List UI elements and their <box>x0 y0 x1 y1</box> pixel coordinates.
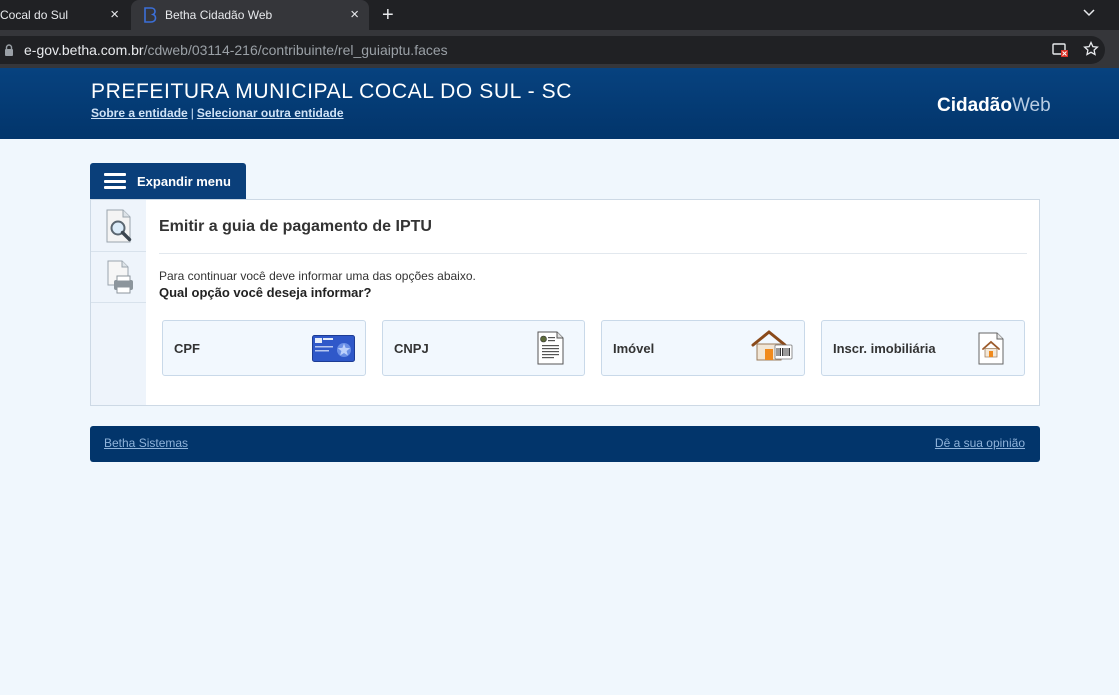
browser-tab-bar: Cocal do Sul × Betha Cidadão Web × + <box>0 0 1119 30</box>
main-panel: Emitir a guia de pagamento de IPTU Para … <box>90 199 1040 406</box>
cast-blocked-icon[interactable] <box>1052 43 1068 57</box>
select-entity-link[interactable]: Selecionar outra entidade <box>197 106 344 120</box>
feedback-link[interactable]: Dê a sua opinião <box>935 436 1025 450</box>
hamburger-icon <box>104 173 126 189</box>
side-print-button[interactable] <box>91 251 146 303</box>
window-edge <box>1114 30 1119 68</box>
site-footer: Betha Sistemas Dê a sua opinião <box>90 426 1040 462</box>
print-document-icon <box>107 260 133 293</box>
document-search-icon <box>106 209 131 242</box>
url-path: /cdweb/03114-216/contribuinte/rel_guiaip… <box>143 42 448 58</box>
url-text[interactable]: e-gov.betha.com.br/cdweb/03114-216/contr… <box>24 42 448 58</box>
lock-icon[interactable] <box>4 44 14 56</box>
header-links: Sobre a entidade | Selecionar outra entida… <box>91 106 344 120</box>
option-inscricao-button[interactable]: Inscr. imobiliária <box>821 320 1025 376</box>
bookmark-star-icon[interactable] <box>1083 41 1099 57</box>
house-document-icon <box>978 332 1004 365</box>
option-label: CPF <box>174 341 200 356</box>
new-tab-button[interactable]: + <box>382 3 394 27</box>
betha-favicon-icon <box>144 7 157 23</box>
cidadao-web-logo: CidadãoWeb <box>937 95 1051 116</box>
tab-title: Betha Cidadão Web <box>165 8 273 22</box>
question-text: Qual opção você deseja informar? <box>159 285 372 300</box>
tab-close-icon[interactable]: × <box>350 6 359 24</box>
betha-sistemas-link[interactable]: Betha Sistemas <box>104 436 188 450</box>
option-label: Imóvel <box>613 341 655 356</box>
browser-tab-betha[interactable]: Betha Cidadão Web × <box>131 0 369 30</box>
cpf-card-icon <box>312 335 355 362</box>
expand-menu-label: Expandir menu <box>137 173 231 189</box>
option-cpf-button[interactable]: CPF <box>162 320 366 376</box>
about-entity-link[interactable]: Sobre a entidade <box>91 106 188 120</box>
side-search-button[interactable] <box>91 200 146 252</box>
option-label: CNPJ <box>394 341 429 356</box>
instruction-text: Para continuar você deve informar uma da… <box>159 269 476 283</box>
section-title: Emitir a guia de pagamento de IPTU <box>159 218 432 235</box>
document-icon <box>537 331 564 365</box>
tab-title: Cocal do Sul <box>0 8 69 22</box>
tab-search-icon[interactable] <box>1081 4 1097 20</box>
house-barcode-icon <box>751 330 793 361</box>
divider <box>159 253 1027 254</box>
page-title: PREFEITURA MUNICIPAL COCAL DO SUL - SC <box>91 80 572 103</box>
tab-close-icon[interactable]: × <box>110 6 119 24</box>
url-host: e-gov.betha.com.br <box>24 42 144 58</box>
option-cnpj-button[interactable]: CNPJ <box>382 320 585 376</box>
link-separator: | <box>190 106 194 120</box>
side-toolbar <box>91 200 146 405</box>
expand-menu-button[interactable]: Expandir menu <box>90 163 246 199</box>
option-imovel-button[interactable]: Imóvel <box>601 320 805 376</box>
option-label: Inscr. imobiliária <box>833 341 936 356</box>
browser-tab-cocal[interactable]: Cocal do Sul × <box>0 0 129 30</box>
